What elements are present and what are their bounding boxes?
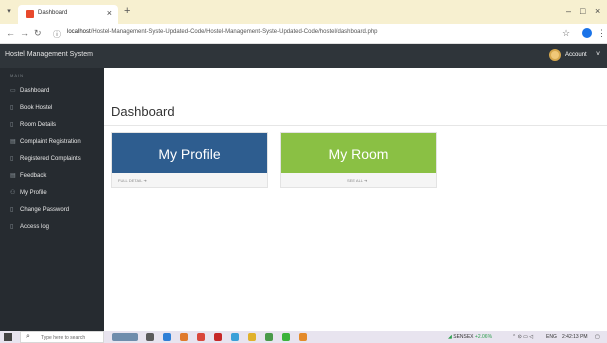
card-footer: FULL DETAIL ➜ bbox=[112, 173, 267, 187]
info-icon[interactable]: ⓘ bbox=[53, 29, 61, 40]
app-icon[interactable] bbox=[299, 333, 307, 341]
file-icon: ▯ bbox=[10, 224, 14, 230]
sidebar-item-dashboard[interactable]: ▭ Dashboard bbox=[6, 84, 102, 98]
screen: ▾ Dashboard × + – □ × ← → ↻ ⓘ localhost/… bbox=[0, 0, 607, 343]
sidebar-item-feedback[interactable]: ▤ Feedback bbox=[6, 169, 102, 183]
taskbar: ⌕ Type here to search ◢ SENSEX +2.06% ⌃ … bbox=[0, 331, 607, 343]
sensex-change: +2.06% bbox=[474, 334, 493, 340]
sidebar-item-label: Change Password bbox=[20, 207, 70, 213]
app-icon[interactable] bbox=[214, 333, 222, 341]
file-icon: ▯ bbox=[10, 105, 14, 111]
file-explorer-icon[interactable] bbox=[248, 333, 256, 341]
avatar[interactable] bbox=[549, 49, 561, 61]
address-bar: ← → ↻ ⓘ localhost/Hostel-Management-Syst… bbox=[0, 24, 607, 44]
sidebar-item-label: Book Hostel bbox=[20, 105, 53, 111]
card-header: My Profile bbox=[112, 133, 267, 173]
sidebar-item-complaint-registration[interactable]: ▤ Complaint Registration bbox=[6, 135, 102, 149]
divider bbox=[104, 125, 607, 126]
arrow-right-icon: ➜ bbox=[364, 178, 368, 183]
sidebar-item-label: Dashboard bbox=[20, 88, 50, 94]
sidebar: MAIN ▭ Dashboard ▯ Book Hostel ▯ Room De… bbox=[0, 68, 104, 331]
tab-title: Dashboard bbox=[38, 10, 68, 16]
file-icon: ▯ bbox=[10, 122, 14, 128]
link-label: FULL DETAIL bbox=[118, 178, 143, 183]
main-content: Dashboard My Profile FULL DETAIL ➜ My Ro… bbox=[104, 68, 607, 331]
sidebar-item-access-log[interactable]: ▯ Access log bbox=[6, 220, 102, 234]
files-icon: ▤ bbox=[10, 173, 16, 179]
sidebar-item-label: My Profile bbox=[20, 190, 47, 196]
favicon-icon bbox=[26, 10, 34, 18]
tab-search-icon[interactable]: ▾ bbox=[4, 7, 14, 17]
task-view-icon[interactable] bbox=[146, 333, 154, 341]
card-title: My Room bbox=[328, 146, 389, 162]
sidebar-item-label: Complaint Registration bbox=[20, 139, 81, 145]
tray-icons[interactable]: ⌃ ⊙ ▭ ◁ bbox=[512, 334, 533, 340]
sidebar-heading: MAIN bbox=[10, 73, 24, 78]
windows-start-icon[interactable] bbox=[4, 333, 12, 341]
maximize-icon[interactable]: □ bbox=[580, 6, 585, 16]
sensex-ticker[interactable]: ◢ SENSEX +2.06% bbox=[448, 334, 492, 340]
sidebar-item-room-details[interactable]: ▯ Room Details bbox=[6, 118, 102, 132]
browser-menu-icon[interactable]: ⋮ bbox=[597, 28, 606, 39]
clock[interactable]: 2:42:13 PM bbox=[562, 334, 588, 340]
search-icon: ⌕ bbox=[26, 333, 30, 340]
files-icon: ▤ bbox=[10, 139, 16, 145]
full-detail-link[interactable]: FULL DETAIL ➜ bbox=[118, 178, 147, 183]
app-icon[interactable] bbox=[197, 333, 205, 341]
my-room-card: My Room SEE ALL ➜ bbox=[280, 132, 437, 188]
minimize-icon[interactable]: – bbox=[566, 6, 571, 16]
file-icon: ▯ bbox=[10, 207, 14, 213]
sidebar-item-label: Feedback bbox=[20, 173, 47, 179]
page-title: Dashboard bbox=[111, 104, 175, 119]
sensex-label: SENSEX bbox=[453, 334, 474, 340]
browser-tab[interactable]: Dashboard × bbox=[18, 5, 118, 24]
search-placeholder: Type here to search bbox=[41, 335, 86, 341]
sidebar-item-book-hostel[interactable]: ▯ Book Hostel bbox=[6, 101, 102, 115]
sidebar-item-label: Room Details bbox=[20, 122, 57, 128]
back-icon[interactable]: ← bbox=[6, 28, 15, 38]
tab-close-icon[interactable]: × bbox=[107, 8, 112, 18]
url-host: localhost bbox=[67, 29, 91, 35]
app-icon[interactable] bbox=[265, 333, 273, 341]
card-header: My Room bbox=[281, 133, 436, 173]
account-menu[interactable]: Account bbox=[565, 52, 587, 58]
language-indicator[interactable]: ENG bbox=[546, 334, 557, 340]
chrome-icon[interactable] bbox=[282, 333, 290, 341]
new-tab-icon[interactable]: + bbox=[124, 5, 130, 17]
sidebar-item-registered-complaints[interactable]: ▯ Registered Complaints bbox=[6, 152, 102, 166]
bookmark-star-icon[interactable]: ☆ bbox=[562, 28, 570, 39]
edge-icon[interactable] bbox=[163, 333, 171, 341]
user-icon: ⚇ bbox=[10, 190, 16, 196]
url-field[interactable]: ⓘ localhost/Hostel-Management-Syste-Upda… bbox=[53, 27, 553, 41]
app-header: Hostel Management System Account ˅ bbox=[0, 44, 607, 68]
weather-widget-icon[interactable] bbox=[112, 333, 138, 341]
my-profile-card: My Profile FULL DETAIL ➜ bbox=[111, 132, 268, 188]
file-icon: ▯ bbox=[10, 156, 14, 162]
sidebar-item-label: Access log bbox=[20, 224, 50, 230]
card-footer: SEE ALL ➜ bbox=[281, 173, 436, 187]
profile-icon[interactable] bbox=[582, 28, 592, 38]
notification-icon[interactable]: ▢ bbox=[595, 334, 600, 340]
brand-title[interactable]: Hostel Management System bbox=[5, 51, 93, 58]
app-icon[interactable] bbox=[180, 333, 188, 341]
link-label: SEE ALL bbox=[347, 178, 363, 183]
chevron-down-icon[interactable]: ˅ bbox=[596, 51, 600, 58]
url-text: localhost/Hostel-Management-Syste-Update… bbox=[67, 29, 378, 35]
browser-tab-strip: ▾ Dashboard × + – □ × bbox=[0, 0, 607, 24]
arrow-right-icon: ➜ bbox=[143, 178, 147, 183]
url-path: /Hostel-Management-Syste-Updated-Code/Ho… bbox=[90, 29, 378, 35]
reload-icon[interactable]: ↻ bbox=[34, 28, 42, 39]
sidebar-item-change-password[interactable]: ▯ Change Password bbox=[6, 203, 102, 217]
dashboard-icon: ▭ bbox=[10, 88, 16, 94]
taskbar-search[interactable]: ⌕ Type here to search bbox=[20, 331, 104, 343]
see-all-link[interactable]: SEE ALL ➜ bbox=[347, 178, 367, 183]
close-window-icon[interactable]: × bbox=[595, 6, 600, 16]
app-icon[interactable] bbox=[231, 333, 239, 341]
sidebar-item-my-profile[interactable]: ⚇ My Profile bbox=[6, 186, 102, 200]
card-title: My Profile bbox=[158, 146, 221, 162]
sidebar-item-label: Registered Complaints bbox=[20, 156, 81, 162]
forward-icon[interactable]: → bbox=[20, 28, 29, 38]
